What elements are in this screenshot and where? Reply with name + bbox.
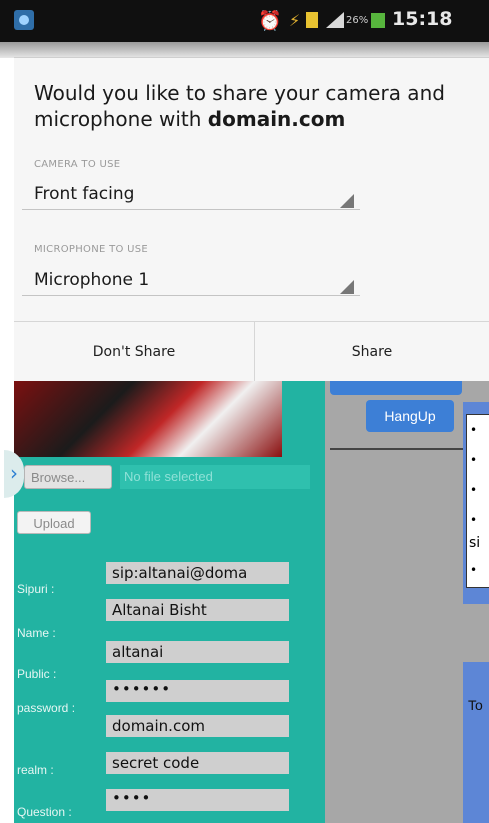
battery-level: 26%	[346, 15, 369, 26]
question-label: Question :	[17, 805, 72, 819]
permission-dialog: Would you like to share your camera and …	[14, 57, 489, 382]
camera-select-value: Front facing	[34, 184, 135, 204]
alarm-clock-icon: ⏰	[258, 10, 282, 32]
microphone-select[interactable]: Microphone 1	[22, 262, 360, 296]
to-label: To	[468, 697, 483, 713]
app-notification-icon	[14, 10, 34, 30]
password-label: password :	[17, 701, 76, 715]
file-status: No file selected	[120, 465, 310, 489]
password-field[interactable]: ••••••	[106, 680, 289, 702]
list-item: •	[470, 513, 478, 527]
microphone-label: MICROPHONE TO USE	[34, 244, 149, 255]
select-underline	[22, 209, 360, 210]
usb-icon: ⚡	[289, 11, 301, 30]
dont-share-button[interactable]: Don't Share	[14, 322, 254, 382]
notification-icon	[306, 12, 318, 28]
call-button[interactable]	[330, 381, 462, 395]
upload-button[interactable]: Upload	[17, 511, 91, 534]
question-field[interactable]: secret code	[106, 752, 289, 774]
video-preview	[14, 381, 282, 457]
battery-icon	[371, 13, 385, 28]
list-item: •	[470, 483, 478, 497]
camera-select[interactable]: Front facing	[22, 176, 360, 210]
share-button[interactable]: Share	[255, 322, 489, 382]
realm-label: realm :	[17, 763, 54, 777]
answer-field[interactable]: ••••	[106, 789, 289, 811]
contact-list[interactable]: • • • • si •	[466, 414, 489, 588]
browse-button[interactable]: Browse...	[24, 465, 112, 489]
public-label: Public :	[17, 667, 57, 681]
hangup-button[interactable]: HangUp	[366, 400, 454, 432]
microphone-select-value: Microphone 1	[34, 270, 150, 290]
signal-icon	[326, 12, 344, 28]
side-panel-lower	[463, 662, 489, 823]
dropdown-arrow-icon	[340, 194, 354, 208]
clock: 15:18	[392, 8, 453, 30]
name-label: Name :	[17, 626, 56, 640]
dropdown-arrow-icon	[340, 280, 354, 294]
public-field[interactable]: altanai	[106, 641, 289, 663]
realm-field[interactable]: domain.com	[106, 715, 289, 737]
list-item: •	[470, 453, 478, 467]
dialog-button-row: Don't Share Share	[14, 321, 489, 382]
select-underline	[22, 295, 360, 296]
dialog-shadow	[0, 42, 489, 58]
list-item: •	[470, 563, 478, 577]
dialog-title-domain: domain.com	[207, 107, 346, 131]
status-bar: ⏰ ⚡ 26% 15:18	[0, 0, 489, 42]
dialog-title: Would you like to share your camera and …	[34, 80, 474, 132]
list-item: •	[470, 423, 478, 437]
sipuri-field[interactable]: sip:altanai@doma	[106, 562, 289, 584]
list-item-partial: si	[469, 535, 481, 551]
camera-label: CAMERA TO USE	[34, 159, 121, 170]
sipuri-label: Sipuri :	[17, 582, 55, 596]
name-field[interactable]: Altanai Bisht	[106, 599, 289, 621]
